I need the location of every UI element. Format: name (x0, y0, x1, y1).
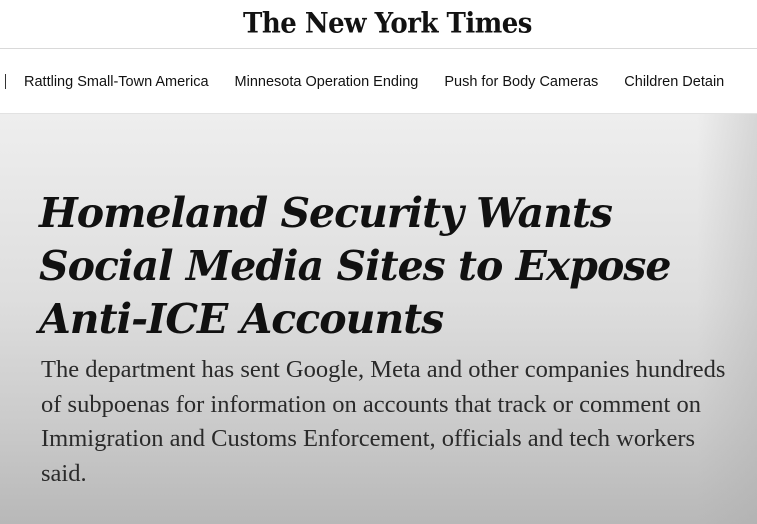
topic-link-minnesota-operation-ending[interactable]: Minnesota Operation Ending (235, 74, 419, 90)
nyt-logo[interactable]: The New York Times (243, 8, 532, 40)
topics-bar: Rattling Small-Town America Minnesota Op… (0, 49, 757, 114)
topic-link-push-for-body-cameras[interactable]: Push for Body Cameras (444, 74, 598, 90)
topics-divider (5, 74, 6, 89)
article-summary: The department has sent Google, Meta and… (41, 356, 726, 487)
topics-list: Rattling Small-Town America Minnesota Op… (24, 49, 750, 113)
article-headline[interactable]: Homeland Security Wants Social Media Sit… (39, 187, 679, 346)
topic-link-children-detained[interactable]: Children Detain (624, 74, 724, 90)
masthead: The New York Times (0, 0, 757, 49)
topic-link-rattling-small-town-america[interactable]: Rattling Small-Town America (24, 74, 209, 90)
lead-story[interactable]: Homeland Security Wants Social Media Sit… (0, 114, 757, 524)
